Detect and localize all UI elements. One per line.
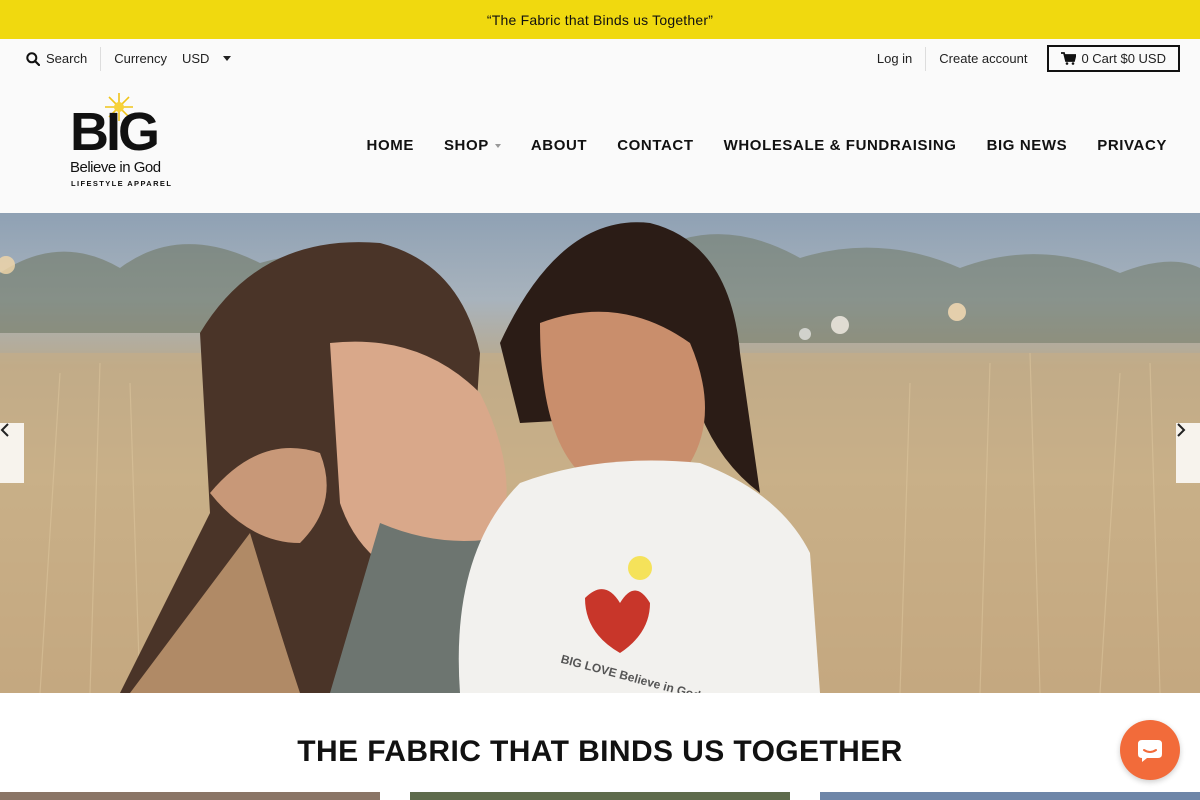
nav-contact[interactable]: CONTACT	[617, 137, 693, 154]
logo-text: BIG	[70, 102, 160, 162]
nav-contact-label: CONTACT	[617, 137, 694, 154]
collection-card[interactable]	[820, 792, 1200, 800]
hero-image: BIG LOVE Believe in God	[0, 222, 1200, 693]
announcement-bar: “The Fabric that Binds us Together”	[0, 0, 1200, 39]
announcement-text: “The Fabric that Binds us Together”	[486, 11, 714, 28]
create-account-label: Create account	[939, 51, 1028, 66]
login-link[interactable]: Log in	[877, 51, 912, 66]
slideshow-next-button[interactable]	[1176, 423, 1200, 483]
nav-privacy-label: PRIVACY	[1097, 137, 1167, 154]
nav-home-label: HOME	[366, 137, 414, 154]
login-label: Log in	[876, 51, 913, 66]
slideshow-prev-button[interactable]	[0, 423, 24, 483]
chevron-right-icon	[1177, 423, 1186, 437]
divider	[100, 46, 102, 71]
cart-icon	[1061, 52, 1077, 65]
hero-slideshow[interactable]: BIG LOVE Believe in God	[0, 213, 1200, 693]
divider	[925, 46, 927, 71]
section-title: THE FABRIC THAT BINDS US TOGETHER	[297, 735, 903, 768]
nav-shop[interactable]: SHOP	[444, 137, 501, 154]
chat-icon	[1138, 740, 1162, 762]
nav-about[interactable]: ABOUT	[531, 137, 587, 154]
nav-wholesale-label: WHOLESALE & FUNDRAISING	[723, 137, 957, 154]
chat-button[interactable]	[1120, 720, 1180, 780]
nav-about-label: ABOUT	[530, 137, 588, 154]
currency-value: USD	[181, 51, 210, 66]
nav-big-news[interactable]: BIG NEWS	[987, 137, 1068, 154]
nav-big-news-label: BIG NEWS	[986, 137, 1068, 154]
site-header: BIG Believe in God LIFESTYLE APPAREL HOM…	[0, 78, 1200, 213]
logo-subtitle: LIFESTYLE APPAREL	[71, 179, 173, 188]
site-logo[interactable]: BIG Believe in God LIFESTYLE APPAREL	[70, 93, 180, 195]
search-icon	[26, 51, 40, 66]
top-bar: Search Currency USD Log in Create accoun…	[0, 39, 1200, 78]
main-nav: HOME SHOP ABOUT CONTACT WHOLESALE & FUND…	[337, 78, 1167, 213]
cart-button[interactable]: 0 Cart $0 USD	[1047, 45, 1180, 72]
chevron-left-icon	[0, 423, 9, 437]
collection-card[interactable]	[0, 792, 380, 800]
cart-label: 0 Cart $0 USD	[1081, 51, 1166, 66]
currency-selector[interactable]: Currency USD	[114, 51, 232, 66]
collection-card[interactable]	[410, 792, 790, 800]
logo-tagline: Believe in God	[70, 159, 161, 176]
nav-privacy[interactable]: PRIVACY	[1097, 137, 1167, 154]
chevron-down-icon	[223, 56, 232, 61]
nav-shop-label: SHOP	[443, 137, 489, 154]
search-label: Search	[46, 51, 88, 66]
search-link[interactable]: Search	[26, 51, 87, 66]
nav-wholesale[interactable]: WHOLESALE & FUNDRAISING	[724, 137, 957, 154]
create-account-link[interactable]: Create account	[939, 51, 1027, 66]
nav-home[interactable]: HOME	[367, 137, 414, 154]
chevron-down-icon	[494, 143, 501, 148]
currency-label: Currency	[114, 51, 167, 66]
